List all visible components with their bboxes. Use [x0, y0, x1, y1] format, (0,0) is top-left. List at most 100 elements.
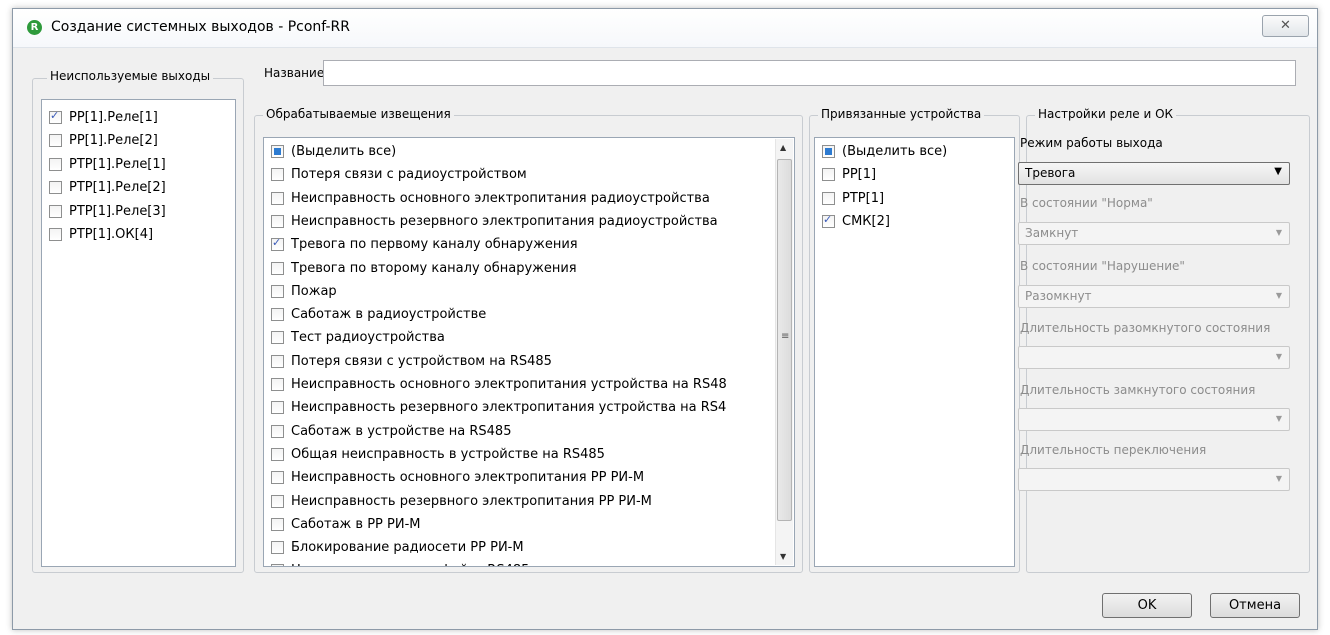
unused-output-item[interactable]: РТР[1].Реле[2] — [49, 177, 166, 198]
unused-output-item[interactable]: РР[1].Реле[1] — [49, 107, 158, 128]
close-button[interactable]: ✕ — [1262, 15, 1309, 37]
notification-item[interactable]: Неисправность основного электропитания р… — [271, 188, 710, 209]
notification-item[interactable]: Потеря связи с радиоустройством — [271, 164, 527, 185]
checkbox[interactable] — [271, 236, 284, 252]
checkbox[interactable] — [822, 145, 835, 158]
checkbox[interactable] — [271, 354, 284, 368]
violation-label: В состоянии "Нарушение" — [1020, 259, 1185, 273]
checkbox[interactable] — [822, 191, 835, 205]
violation-select[interactable]: Разомкнут ▼ — [1018, 285, 1290, 308]
notification-item[interactable]: Блокирование радиосети РР РИ-М — [271, 537, 524, 558]
notification-item[interactable]: Неисправность основного электропитания Р… — [271, 467, 644, 488]
notification-item-label: Тревога по второму каналу обнаружения — [291, 260, 577, 276]
linked-device-item[interactable]: СМК[2] — [822, 211, 890, 232]
notification-item-label: Потеря связи с радиоустройством — [291, 167, 527, 183]
linked-device-item-label: (Выделить все) — [842, 144, 948, 159]
notification-item[interactable]: Неисправность резервного электропитания … — [271, 491, 652, 512]
notification-item-label: Тревога по первому каналу обнаружения — [291, 237, 578, 253]
checkbox[interactable] — [271, 284, 284, 298]
checkbox[interactable] — [271, 471, 284, 485]
checkbox[interactable] — [271, 191, 284, 205]
notification-item[interactable]: Неисправность интерфейса RS485 — [271, 560, 529, 566]
checkbox[interactable] — [271, 564, 284, 566]
notification-item[interactable]: Неисправность резервного электропитания … — [271, 397, 726, 418]
notification-item[interactable]: Тревога по первому каналу обнаружения — [271, 234, 578, 255]
checkbox[interactable] — [49, 109, 62, 124]
unused-output-item-label: РТР[1].ОК[4] — [69, 227, 154, 242]
checkbox[interactable] — [271, 447, 284, 461]
name-input[interactable] — [323, 60, 1296, 86]
checkbox[interactable] — [49, 157, 62, 171]
notification-item[interactable]: Саботаж в устройстве на RS485 — [271, 421, 511, 442]
unused-output-item[interactable]: РТР[1].ОК[4] — [49, 224, 153, 245]
unused-output-item[interactable]: РТР[1].Реле[1] — [49, 154, 166, 175]
linked-device-item[interactable]: (Выделить все) — [822, 141, 947, 162]
notification-item-label: Общая неисправность в устройстве на RS48… — [291, 446, 605, 462]
linked-device-item[interactable]: РТР[1] — [822, 188, 884, 209]
scroll-thumb[interactable]: ≡ — [777, 159, 792, 521]
scroll-up-icon[interactable]: ▲ — [780, 143, 786, 152]
notification-item[interactable]: Саботаж в РР РИ-М — [271, 514, 420, 535]
checkbox[interactable] — [271, 261, 284, 275]
checkbox[interactable] — [271, 214, 284, 228]
mode-label: Режим работы выхода — [1020, 136, 1163, 150]
checkbox[interactable] — [271, 308, 284, 322]
notification-item[interactable]: Тест радиоустройства — [271, 327, 445, 348]
checkbox[interactable] — [271, 401, 284, 415]
notification-item[interactable]: Потеря связи с устройством на RS485 — [271, 351, 552, 372]
checkbox[interactable] — [822, 213, 835, 228]
notification-item[interactable]: Неисправность резервного электропитания … — [271, 211, 718, 232]
notifications-scrollbar[interactable]: ▲ ≡ ▼ — [775, 139, 793, 565]
shield-logo-icon: R — [27, 20, 42, 35]
checkbox[interactable] — [271, 541, 284, 555]
checkbox[interactable] — [822, 168, 835, 182]
checkbox[interactable] — [271, 331, 284, 345]
unused-output-item-label: РТР[1].Реле[1] — [69, 156, 166, 172]
linked-device-item[interactable]: РР[1] — [822, 164, 876, 185]
checkbox[interactable] — [271, 145, 284, 158]
unused-output-item[interactable]: РР[1].Реле[2] — [49, 130, 158, 151]
unused-output-item-label: РР[1].Реле[2] — [69, 133, 158, 149]
dropdown-arrow-icon: ▼ — [1275, 414, 1282, 423]
unused-outputs-list[interactable]: РР[1].Реле[1] РР[1].Реле[2] РТР[1].Реле[1]… — [41, 99, 236, 567]
notification-item-label: Блокирование радиосети РР РИ-М — [291, 540, 524, 556]
mode-select[interactable]: Тревога ▼ — [1018, 162, 1290, 185]
norm-select[interactable]: Замкнут ▼ — [1018, 222, 1290, 245]
notification-item-label: Неисправность резервного электропитания … — [291, 493, 652, 509]
checkbox[interactable] — [49, 134, 62, 148]
scroll-down-icon[interactable]: ▼ — [780, 552, 786, 561]
cancel-button[interactable]: Отмена — [1210, 593, 1300, 618]
relay-settings-title: Настройки реле и ОК — [1035, 107, 1177, 121]
unused-output-item[interactable]: РТР[1].Реле[3] — [49, 201, 166, 222]
checkbox[interactable] — [49, 204, 62, 218]
notification-item-label: Неисправность основного электропитания р… — [291, 190, 710, 206]
dropdown-arrow-icon: ▼ — [1275, 352, 1282, 361]
checkbox[interactable] — [49, 181, 62, 195]
title-bar: R Создание системных выходов - Pconf-RR … — [13, 9, 1317, 48]
notification-item[interactable]: Неисправность основного электропитания у… — [271, 374, 727, 395]
checkbox[interactable] — [271, 378, 284, 391]
checkbox[interactable] — [271, 517, 284, 531]
notification-item[interactable]: Общая неисправность в устройстве на RS48… — [271, 444, 605, 465]
closed-duration-select[interactable]: ▼ — [1018, 408, 1290, 431]
notification-item[interactable]: Пожар — [271, 281, 337, 302]
notification-item-label: Пожар — [291, 283, 337, 299]
dropdown-arrow-icon: ▼ — [1275, 474, 1282, 483]
notification-item[interactable]: (Выделить все) — [271, 141, 396, 162]
violation-value: Разомкнут — [1025, 289, 1092, 303]
notification-item-label: Саботаж в устройстве на RS485 — [291, 423, 512, 439]
checkbox[interactable] — [271, 494, 284, 508]
notification-item[interactable]: Тревога по второму каналу обнаружения — [271, 258, 577, 279]
notification-item[interactable]: Саботаж в радиоустройстве — [271, 304, 486, 325]
checkbox[interactable] — [49, 228, 62, 241]
checkbox[interactable] — [271, 424, 284, 438]
unused-output-item-label: РТР[1].Реле[2] — [69, 180, 166, 196]
notification-item-label: Неисправность основного электропитания у… — [291, 377, 727, 392]
linked-devices-list[interactable]: (Выделить все) РР[1] РТР[1] СМК[2] — [814, 137, 1015, 567]
dropdown-arrow-icon: ▼ — [1275, 291, 1282, 300]
switch-duration-select[interactable]: ▼ — [1018, 468, 1290, 491]
checkbox[interactable] — [271, 168, 284, 182]
open-duration-select[interactable]: ▼ — [1018, 346, 1290, 369]
ok-button[interactable]: OK — [1102, 593, 1192, 618]
notifications-list[interactable]: (Выделить все) Потеря связи с радиоустрой… — [263, 137, 795, 567]
